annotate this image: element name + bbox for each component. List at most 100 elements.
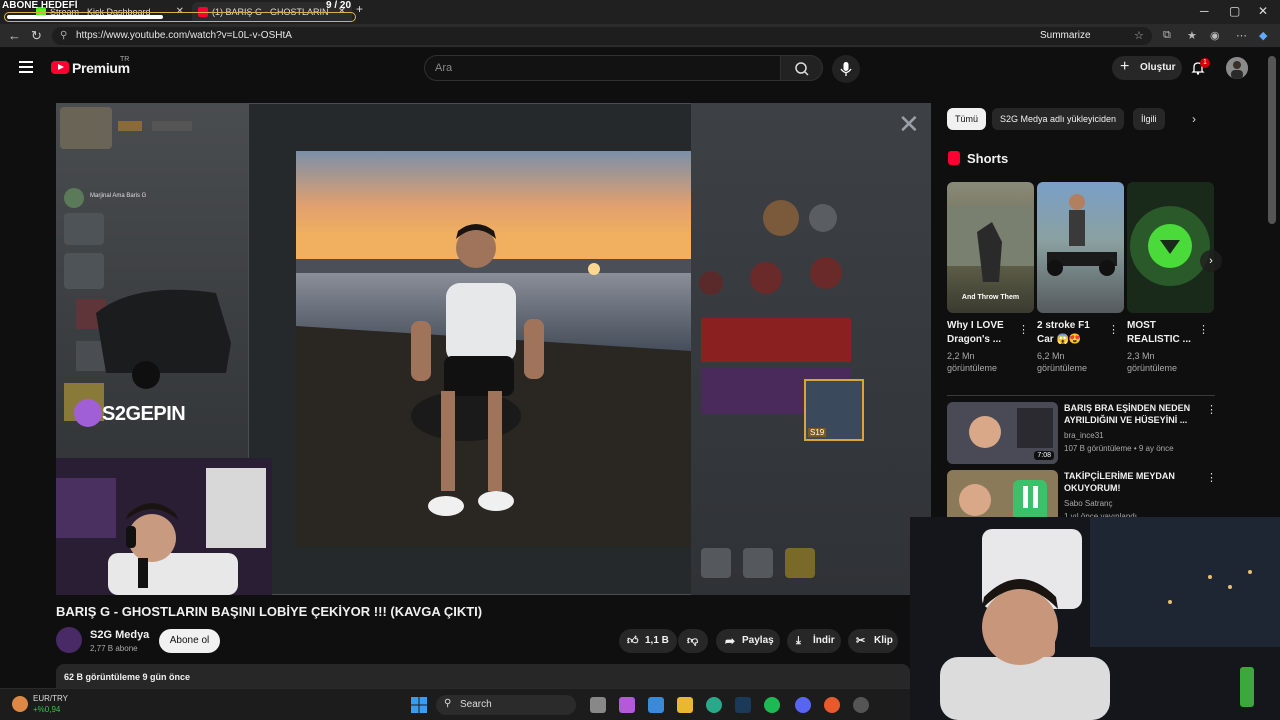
ticker-icon — [12, 696, 28, 712]
more-actions-icon[interactable]: ⋮ — [1198, 323, 1209, 336]
short-views: 2,2 Mn görüntüleme — [947, 351, 998, 373]
settings-icon[interactable] — [853, 697, 869, 713]
short-thumbnail[interactable] — [1127, 182, 1214, 313]
streamer-webcam-overlay — [910, 517, 1280, 720]
url-field[interactable]: ⚲ https://www.youtube.com/watch?v=L0L-v-… — [52, 27, 1152, 45]
page-scrollbar[interactable] — [1268, 56, 1276, 224]
dislike-button[interactable]: 👎︎ — [678, 629, 708, 653]
taskbar-search[interactable]: ⚲ Search — [436, 695, 576, 715]
rank-card: S19 — [804, 379, 864, 441]
chat-username: Marjinal Ama Baris G — [90, 193, 147, 199]
share-button[interactable]: ➦ Paylaş — [716, 629, 780, 653]
notification-badge: 1 — [1200, 58, 1210, 68]
maximize-icon[interactable]: ▢ — [1229, 4, 1240, 18]
address-bar-row: ← ↻ ⚲ https://www.youtube.com/watch?v=L0… — [0, 24, 1280, 48]
short-views: 6,2 Mn görüntüleme — [1037, 351, 1088, 373]
search-button[interactable] — [781, 55, 823, 81]
video-thumbnail-photo — [296, 151, 691, 547]
recommended-thumbnail[interactable]: 7:08 — [947, 402, 1058, 464]
more-actions-icon[interactable]: ⋮ — [1206, 471, 1217, 484]
short-title[interactable]: MOST REALISTIC ... — [1127, 319, 1201, 347]
recommended-channel[interactable]: bra_ince31 — [1064, 431, 1104, 440]
search-icon: ⚲ — [444, 698, 452, 709]
short-views: 2,3 Mn görüntüleme — [1127, 351, 1178, 373]
account-avatar[interactable] — [1226, 57, 1248, 79]
taskbar-search-label: Search — [460, 699, 492, 710]
more-actions-icon[interactable]: ⋮ — [1206, 403, 1217, 416]
copilot-icon[interactable]: ◆ — [1259, 29, 1267, 42]
voice-search-button[interactable] — [832, 55, 860, 83]
game-scene-right — [699, 200, 851, 578]
like-count: 1,1 B — [645, 635, 669, 646]
webcam-image — [910, 517, 1280, 720]
chip-related[interactable]: İlgili — [1133, 108, 1165, 130]
chip-from-uploader[interactable]: S2G Medya adlı yükleyiciden — [992, 108, 1125, 130]
game-overlay-right — [691, 103, 931, 595]
short-caption: And Throw Them — [961, 294, 1020, 301]
favorite-icon[interactable]: ☆ — [1134, 29, 1144, 42]
s2gepin-logo — [74, 399, 102, 427]
avatar-image — [1226, 57, 1248, 79]
profile-icon[interactable]: ◉ — [1210, 29, 1220, 42]
site-info-icon: ⚲ — [60, 30, 68, 41]
discord-icon[interactable] — [795, 697, 811, 713]
split-screen-icon[interactable]: ⧉ — [1163, 29, 1171, 42]
short-title[interactable]: 2 stroke F1 Car 😱😍 — [1037, 319, 1111, 347]
chip-all[interactable]: Tümü — [947, 108, 987, 130]
store-icon[interactable] — [648, 697, 664, 713]
search-icon — [795, 62, 809, 76]
download-button[interactable]: ⤓ İndir — [787, 629, 841, 653]
short-title[interactable]: Why I LOVE Dragon's ... — [947, 319, 1021, 347]
steam-icon[interactable] — [735, 697, 751, 713]
close-window-icon[interactable]: ✕ — [1258, 4, 1268, 18]
overlay-brand: S2GEPIN — [102, 403, 186, 425]
youtube-play-icon — [51, 61, 69, 74]
search-input[interactable]: Ara — [424, 55, 781, 81]
recommended-title[interactable]: TAKİPÇİLERİME MEYDAN OKUYORUM! — [1064, 470, 1196, 494]
channel-avatar[interactable] — [56, 627, 82, 653]
minimize-icon[interactable]: ─ — [1200, 4, 1209, 18]
shorts-next-button[interactable]: › — [1200, 250, 1222, 272]
create-label: Oluştur — [1140, 62, 1176, 73]
file-explorer-icon[interactable] — [677, 697, 693, 713]
hamburger-menu-icon[interactable] — [19, 61, 33, 73]
short-thumbnail[interactable]: And Throw Them — [947, 182, 1034, 313]
seaside-photo — [296, 151, 691, 547]
task-view-icon[interactable] — [590, 697, 606, 713]
more-actions-icon[interactable]: ⋮ — [1108, 323, 1119, 336]
video-player[interactable]: Marjinal Ama Baris G S2GEPIN S19 ✕ — [56, 103, 931, 595]
subscribe-button[interactable]: Abone ol — [159, 629, 220, 653]
create-button[interactable]: + Oluştur — [1112, 56, 1182, 80]
summarize-button[interactable]: Summarize — [1040, 30, 1091, 41]
new-tab-icon[interactable]: + — [356, 2, 363, 16]
clip-button[interactable]: ✂ Klip — [848, 629, 898, 653]
video-title: BARIŞ G - GHOSTLARIN BAŞINI LOBİYE ÇEKİY… — [56, 604, 483, 619]
edge-icon[interactable] — [706, 697, 722, 713]
thumbs-down-icon: 👎︎ — [687, 635, 699, 647]
facecam-overlay — [56, 458, 272, 595]
copilot-app-icon[interactable] — [619, 697, 635, 713]
windows-start-icon[interactable] — [411, 697, 427, 713]
favorites-icon[interactable]: ★ — [1187, 29, 1197, 42]
channel-subscribers: 2,77 B abone — [90, 644, 138, 653]
back-icon[interactable]: ← — [8, 28, 21, 43]
spotify-icon[interactable] — [764, 697, 780, 713]
ticker-label[interactable]: EUR/TRY — [33, 694, 68, 703]
url-text: https://www.youtube.com/watch?v=L0L-v-OS… — [76, 30, 292, 41]
recommended-channel[interactable]: Sabo Satranç — [1064, 499, 1112, 508]
more-icon[interactable]: ⋯ — [1236, 29, 1247, 42]
subscriber-goal-title: ABONE HEDEFİ — [2, 0, 78, 11]
refresh-icon[interactable]: ↻ — [31, 28, 42, 44]
chevron-right-icon[interactable]: › — [1192, 112, 1196, 126]
like-button[interactable]: 👍︎ 1,1 B — [619, 629, 677, 653]
app-icon[interactable] — [824, 697, 840, 713]
share-icon: ➦ — [725, 634, 736, 648]
sidebar-divider — [947, 395, 1215, 396]
more-actions-icon[interactable]: ⋮ — [1018, 323, 1029, 336]
recommended-title[interactable]: BARIŞ BRA EŞİNDEN NEDEN AYRILDIĞINI VE H… — [1064, 402, 1196, 426]
plus-icon: + — [1120, 58, 1130, 75]
subscriber-goal-fill — [7, 15, 163, 19]
channel-name[interactable]: S2G Medya — [90, 629, 149, 641]
share-label: Paylaş — [742, 635, 774, 646]
short-thumbnail[interactable] — [1037, 182, 1124, 313]
